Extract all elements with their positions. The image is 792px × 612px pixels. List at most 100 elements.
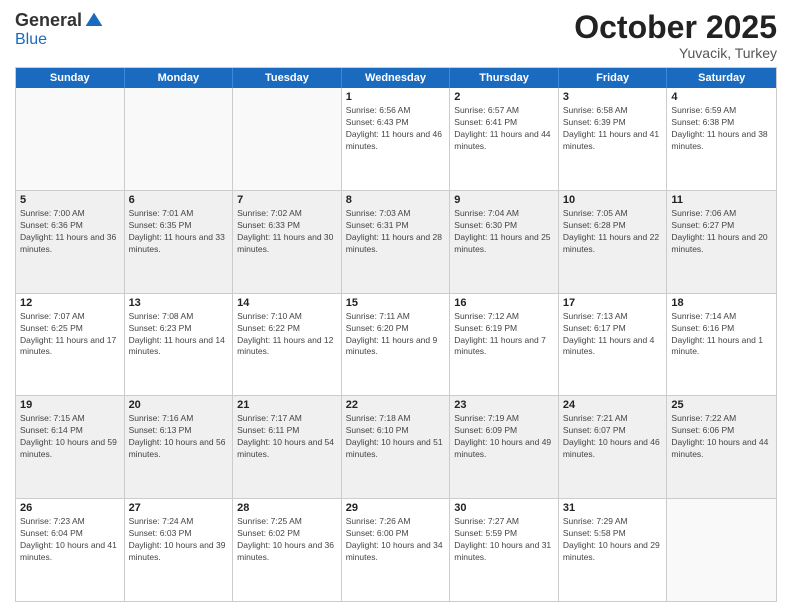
- day-cell-21: 21Sunrise: 7:17 AMSunset: 6:11 PMDayligh…: [233, 396, 342, 498]
- day-cell-12: 12Sunrise: 7:07 AMSunset: 6:25 PMDayligh…: [16, 294, 125, 396]
- weekday-header-saturday: Saturday: [667, 68, 776, 88]
- day-info: Sunrise: 7:16 AMSunset: 6:13 PMDaylight:…: [129, 413, 229, 461]
- day-number: 5: [20, 194, 120, 206]
- day-info: Sunrise: 7:26 AMSunset: 6:00 PMDaylight:…: [346, 516, 446, 564]
- day-number: 6: [129, 194, 229, 206]
- empty-cell: [16, 88, 125, 190]
- day-number: 24: [563, 399, 663, 411]
- calendar-body: 1Sunrise: 6:56 AMSunset: 6:43 PMDaylight…: [16, 88, 776, 601]
- day-info: Sunrise: 7:12 AMSunset: 6:19 PMDaylight:…: [454, 311, 554, 359]
- day-number: 3: [563, 91, 663, 103]
- day-cell-13: 13 Sunrise: 7:08 AMSunset: 6:23 PMDayligh…: [125, 294, 234, 396]
- title-block: October 2025 Yuvacik, Turkey: [574, 10, 777, 61]
- day-cell-5: 5 Sunrise: 7:00 AMSunset: 6:36 PMDaylight…: [16, 191, 125, 293]
- day-number: 10: [563, 194, 663, 206]
- weekday-header-friday: Friday: [559, 68, 668, 88]
- day-cell-14: 14Sunrise: 7:10 AMSunset: 6:22 PMDayligh…: [233, 294, 342, 396]
- weekday-header-thursday: Thursday: [450, 68, 559, 88]
- day-info: Sunrise: 7:14 AMSunset: 6:16 PMDaylight:…: [671, 311, 772, 359]
- month-title: October 2025: [574, 10, 777, 45]
- day-cell-7: 7 Sunrise: 7:02 AMSunset: 6:33 PMDaylight…: [233, 191, 342, 293]
- day-info: Sunrise: 6:59 AMSunset: 6:38 PMDaylight:…: [671, 105, 772, 153]
- day-number: 31: [563, 502, 663, 514]
- calendar-row-2: 5 Sunrise: 7:00 AMSunset: 6:36 PMDaylight…: [16, 190, 776, 293]
- day-cell-25: 25 Sunrise: 7:22 AMSunset: 6:06 PMDayligh…: [667, 396, 776, 498]
- day-info: Sunrise: 7:22 AMSunset: 6:06 PMDaylight:…: [671, 413, 772, 461]
- day-cell-30: 30 Sunrise: 7:27 AMSunset: 5:59 PMDayligh…: [450, 499, 559, 601]
- day-number: 30: [454, 502, 554, 514]
- day-info: Sunrise: 6:57 AMSunset: 6:41 PMDaylight:…: [454, 105, 554, 153]
- empty-cell: [667, 499, 776, 601]
- day-info: Sunrise: 7:06 AMSunset: 6:27 PMDaylight:…: [671, 208, 772, 256]
- page: General Blue October 2025 Yuvacik, Turke…: [0, 0, 792, 612]
- day-info: Sunrise: 7:11 AMSunset: 6:20 PMDaylight:…: [346, 311, 446, 359]
- day-number: 28: [237, 502, 337, 514]
- day-info: Sunrise: 7:00 AMSunset: 6:36 PMDaylight:…: [20, 208, 120, 256]
- weekday-header-monday: Monday: [125, 68, 234, 88]
- calendar: SundayMondayTuesdayWednesdayThursdayFrid…: [15, 67, 777, 602]
- day-number: 2: [454, 91, 554, 103]
- day-number: 8: [346, 194, 446, 206]
- day-info: Sunrise: 7:29 AMSunset: 5:58 PMDaylight:…: [563, 516, 663, 564]
- weekday-header-tuesday: Tuesday: [233, 68, 342, 88]
- day-cell-20: 20Sunrise: 7:16 AMSunset: 6:13 PMDayligh…: [125, 396, 234, 498]
- day-number: 16: [454, 297, 554, 309]
- day-number: 7: [237, 194, 337, 206]
- day-number: 25: [671, 399, 772, 411]
- day-info: Sunrise: 7:04 AMSunset: 6:30 PMDaylight:…: [454, 208, 554, 256]
- day-cell-16: 16 Sunrise: 7:12 AMSunset: 6:19 PMDayligh…: [450, 294, 559, 396]
- day-cell-31: 31 Sunrise: 7:29 AMSunset: 5:58 PMDayligh…: [559, 499, 668, 601]
- day-cell-15: 15Sunrise: 7:11 AMSunset: 6:20 PMDayligh…: [342, 294, 451, 396]
- day-cell-11: 11Sunrise: 7:06 AMSunset: 6:27 PMDayligh…: [667, 191, 776, 293]
- day-cell-8: 8 Sunrise: 7:03 AMSunset: 6:31 PMDaylight…: [342, 191, 451, 293]
- day-info: Sunrise: 7:03 AMSunset: 6:31 PMDaylight:…: [346, 208, 446, 256]
- day-number: 4: [671, 91, 772, 103]
- day-cell-18: 18 Sunrise: 7:14 AMSunset: 6:16 PMDayligh…: [667, 294, 776, 396]
- day-cell-27: 27Sunrise: 7:24 AMSunset: 6:03 PMDayligh…: [125, 499, 234, 601]
- day-info: Sunrise: 7:15 AMSunset: 6:14 PMDaylight:…: [20, 413, 120, 461]
- calendar-row-4: 19 Sunrise: 7:15 AMSunset: 6:14 PMDayligh…: [16, 395, 776, 498]
- day-info: Sunrise: 6:56 AMSunset: 6:43 PMDaylight:…: [346, 105, 446, 153]
- day-cell-22: 22 Sunrise: 7:18 AMSunset: 6:10 PMDayligh…: [342, 396, 451, 498]
- weekday-header-wednesday: Wednesday: [342, 68, 451, 88]
- empty-cell: [233, 88, 342, 190]
- day-cell-4: 4 Sunrise: 6:59 AMSunset: 6:38 PMDaylight…: [667, 88, 776, 190]
- day-info: Sunrise: 6:58 AMSunset: 6:39 PMDaylight:…: [563, 105, 663, 153]
- day-number: 23: [454, 399, 554, 411]
- day-cell-29: 29Sunrise: 7:26 AMSunset: 6:00 PMDayligh…: [342, 499, 451, 601]
- day-info: Sunrise: 7:25 AMSunset: 6:02 PMDaylight:…: [237, 516, 337, 564]
- day-number: 26: [20, 502, 120, 514]
- day-info: Sunrise: 7:18 AMSunset: 6:10 PMDaylight:…: [346, 413, 446, 461]
- calendar-row-1: 1Sunrise: 6:56 AMSunset: 6:43 PMDaylight…: [16, 88, 776, 190]
- day-cell-23: 23Sunrise: 7:19 AMSunset: 6:09 PMDayligh…: [450, 396, 559, 498]
- logo-blue-text: Blue: [15, 31, 47, 49]
- day-info: Sunrise: 7:08 AMSunset: 6:23 PMDaylight:…: [129, 311, 229, 359]
- day-cell-24: 24 Sunrise: 7:21 AMSunset: 6:07 PMDayligh…: [559, 396, 668, 498]
- day-info: Sunrise: 7:05 AMSunset: 6:28 PMDaylight:…: [563, 208, 663, 256]
- day-cell-1: 1Sunrise: 6:56 AMSunset: 6:43 PMDaylight…: [342, 88, 451, 190]
- day-info: Sunrise: 7:13 AMSunset: 6:17 PMDaylight:…: [563, 311, 663, 359]
- day-number: 19: [20, 399, 120, 411]
- logo-general-text: General: [15, 10, 82, 31]
- day-info: Sunrise: 7:07 AMSunset: 6:25 PMDaylight:…: [20, 311, 120, 359]
- day-info: Sunrise: 7:21 AMSunset: 6:07 PMDaylight:…: [563, 413, 663, 461]
- day-number: 13: [129, 297, 229, 309]
- day-cell-17: 17Sunrise: 7:13 AMSunset: 6:17 PMDayligh…: [559, 294, 668, 396]
- header: General Blue October 2025 Yuvacik, Turke…: [15, 10, 777, 61]
- day-info: Sunrise: 7:17 AMSunset: 6:11 PMDaylight:…: [237, 413, 337, 461]
- logo-icon: [84, 11, 104, 31]
- weekday-header-sunday: Sunday: [16, 68, 125, 88]
- logo: General Blue: [15, 10, 104, 49]
- day-cell-28: 28 Sunrise: 7:25 AMSunset: 6:02 PMDayligh…: [233, 499, 342, 601]
- day-cell-3: 3 Sunrise: 6:58 AMSunset: 6:39 PMDaylight…: [559, 88, 668, 190]
- day-info: Sunrise: 7:02 AMSunset: 6:33 PMDaylight:…: [237, 208, 337, 256]
- day-cell-2: 2 Sunrise: 6:57 AMSunset: 6:41 PMDaylight…: [450, 88, 559, 190]
- day-cell-26: 26Sunrise: 7:23 AMSunset: 6:04 PMDayligh…: [16, 499, 125, 601]
- day-number: 18: [671, 297, 772, 309]
- day-number: 22: [346, 399, 446, 411]
- day-number: 27: [129, 502, 229, 514]
- day-info: Sunrise: 7:27 AMSunset: 5:59 PMDaylight:…: [454, 516, 554, 564]
- empty-cell: [125, 88, 234, 190]
- day-cell-9: 9Sunrise: 7:04 AMSunset: 6:30 PMDaylight…: [450, 191, 559, 293]
- day-cell-19: 19 Sunrise: 7:15 AMSunset: 6:14 PMDayligh…: [16, 396, 125, 498]
